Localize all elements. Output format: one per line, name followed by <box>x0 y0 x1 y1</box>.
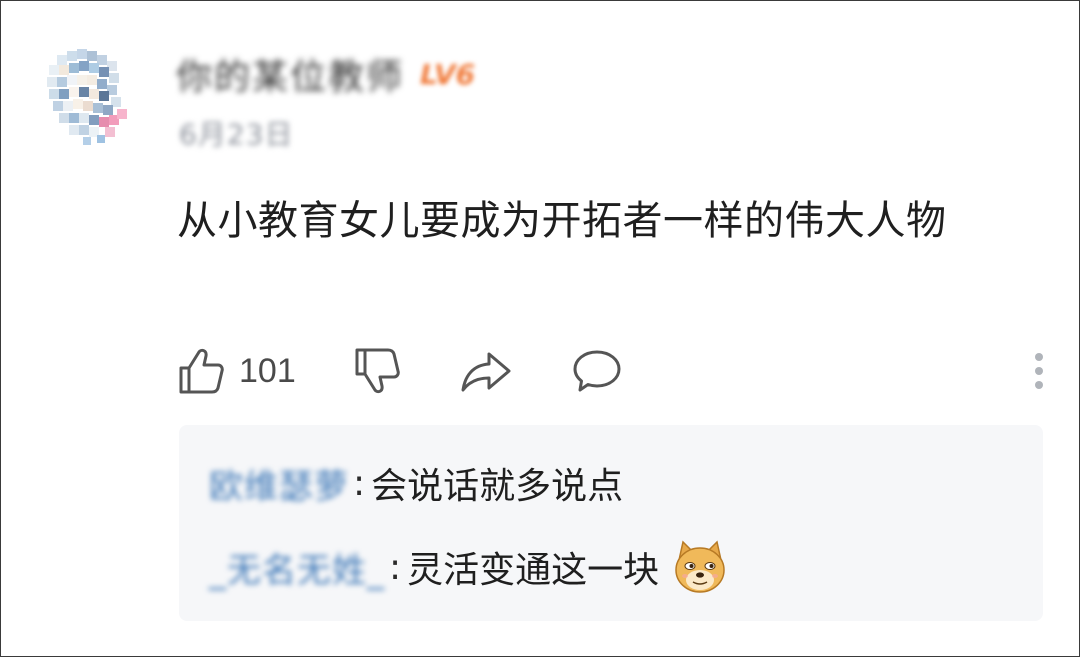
dislike-button[interactable] <box>353 343 401 399</box>
like-button[interactable]: 101 <box>177 343 296 399</box>
thumbs-down-icon <box>355 348 400 394</box>
replies-box[interactable]: 欧维瑟萝 : 会说话就多说点 _无名无姓_ : 灵活变通这一块 <box>179 425 1043 621</box>
comment-date: 6月23日 <box>179 118 294 151</box>
more-vertical-icon <box>1035 353 1043 389</box>
author-name[interactable]: 你的某位教师 <box>176 48 404 100</box>
reply-text: 会说话就多说点 <box>371 466 624 507</box>
comment-card: 你的某位教师 LV6 6月23日 从小教育女儿要成为开拓者一样的伟大人物 101 <box>0 0 1080 657</box>
reply-item[interactable]: _无名无姓_ : 灵活变通这一块 <box>209 537 729 597</box>
level-badge: LV6 <box>420 57 476 91</box>
reply-separator: : <box>389 546 402 588</box>
more-button[interactable] <box>1031 349 1047 393</box>
thumbs-up-icon <box>179 348 224 394</box>
reply-separator: : <box>353 462 366 504</box>
reply-author[interactable]: 欧维瑟萝 <box>209 459 349 508</box>
reply-item[interactable]: 欧维瑟萝 : 会说话就多说点 <box>209 453 623 513</box>
reply-text: 灵活变通这一块 <box>407 550 660 591</box>
share-button[interactable] <box>459 343 513 399</box>
reply-author[interactable]: _无名无姓_ <box>209 543 385 592</box>
like-count: 101 <box>239 351 296 390</box>
avatar[interactable] <box>39 45 135 145</box>
doge-emoji-icon <box>671 538 729 596</box>
comment-text: 从小教育女儿要成为开拓者一样的伟大人物 <box>177 198 947 244</box>
comment-author[interactable]: 你的某位教师 LV6 <box>176 53 476 98</box>
reply-button[interactable] <box>571 343 623 399</box>
comment-actions: 101 <box>177 343 1047 399</box>
share-icon <box>461 352 511 392</box>
anime-avatar-icon <box>47 49 127 145</box>
comment-bubble-icon <box>573 350 621 392</box>
